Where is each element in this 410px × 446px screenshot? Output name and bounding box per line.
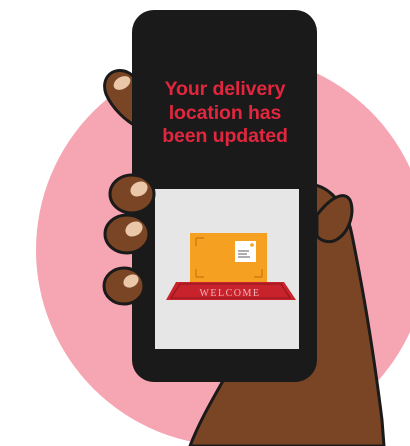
mat-text: WELCOME: [199, 288, 260, 299]
label-stamp: [250, 243, 254, 247]
phone-notch: [194, 15, 256, 26]
finger-3: [102, 266, 146, 306]
finger-2: [103, 213, 151, 255]
finger-1: [108, 173, 156, 215]
illustration-scene: WELCOME: [36, 10, 410, 446]
delivery-updated-message: Your delivery location has been updated: [162, 78, 288, 147]
